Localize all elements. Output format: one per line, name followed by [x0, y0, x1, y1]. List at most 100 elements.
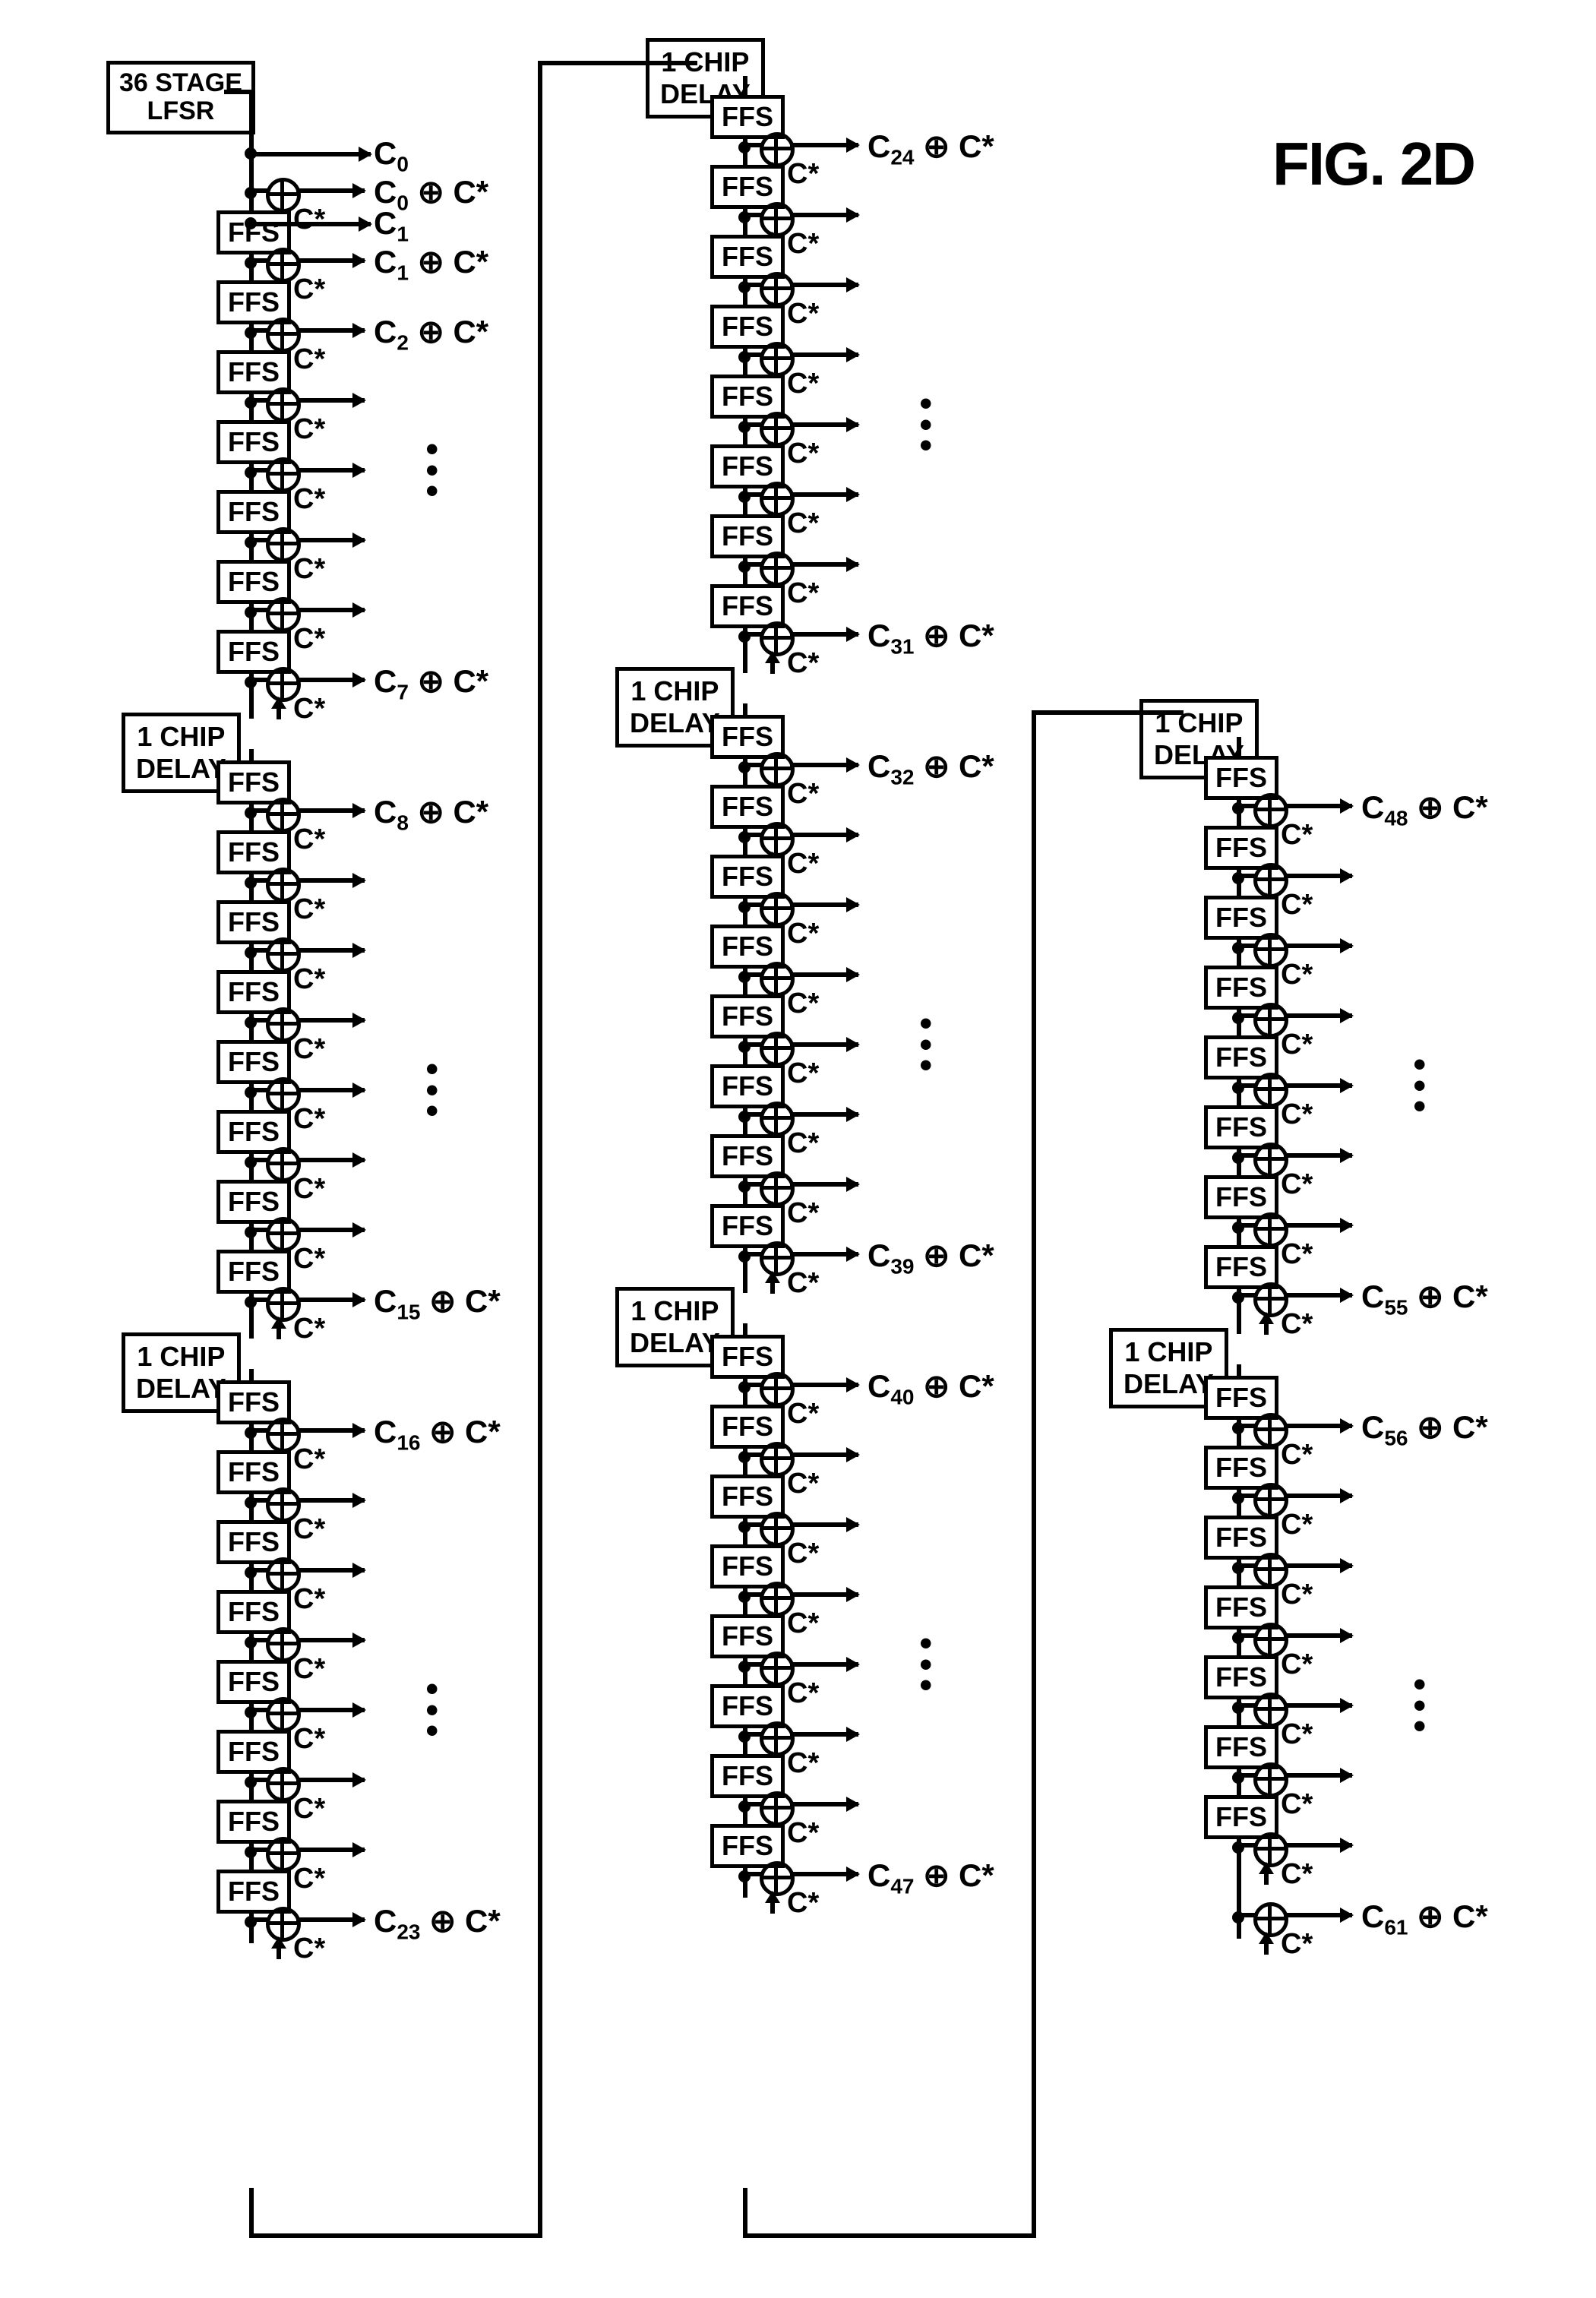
- ellipsis-dots: •••: [1413, 1054, 1427, 1117]
- cstar-label: C*: [293, 1243, 325, 1275]
- output-arrow: [1284, 804, 1352, 808]
- cstar-input: [1264, 1313, 1269, 1335]
- output-label: C7 ⊕ C*: [374, 662, 488, 704]
- ellipsis-dots: •••: [425, 1059, 439, 1122]
- output-label: C61 ⊕ C*: [1361, 1898, 1488, 1939]
- output-arrow: [296, 1018, 365, 1023]
- output-arrow: [790, 1522, 858, 1527]
- output-arrow: [790, 283, 858, 287]
- output-label: C15 ⊕ C*: [374, 1282, 501, 1324]
- output-arrow: [296, 678, 365, 682]
- output-arrow: [790, 833, 858, 837]
- output-label: C24 ⊕ C*: [868, 128, 994, 169]
- output-arrow: [1284, 1843, 1352, 1848]
- cstar-label: C*: [787, 1197, 819, 1230]
- cstar-label: C*: [787, 778, 819, 811]
- output-label: C23 ⊕ C*: [374, 1902, 501, 1944]
- cstar-label: C*: [1281, 1788, 1313, 1821]
- cstar-label: C*: [293, 343, 325, 376]
- output-arrow: [1284, 1773, 1352, 1778]
- cstar-label: C*: [787, 1747, 819, 1780]
- output-arrow: [790, 1592, 858, 1597]
- output-arrow: [296, 808, 365, 813]
- cstar-label: C*: [293, 1723, 325, 1756]
- output-arrow: [790, 1383, 858, 1387]
- connector: [249, 2188, 254, 2233]
- cstar-label: C*: [787, 918, 819, 950]
- output-arrow: [790, 763, 858, 767]
- output-arrow: [296, 948, 365, 953]
- cstar-input: [277, 698, 281, 719]
- cstar-label: C*: [293, 693, 325, 725]
- cstar-label: C*: [787, 1538, 819, 1570]
- connector: [743, 2233, 1032, 2238]
- output-label: C55 ⊕ C*: [1361, 1278, 1488, 1320]
- cstar-label: C*: [1281, 1928, 1313, 1961]
- output-arrow: [1284, 1293, 1352, 1298]
- cstar-input: [1264, 1933, 1269, 1955]
- output-label: C16 ⊕ C*: [374, 1413, 501, 1455]
- output-label: C1 ⊕ C*: [374, 243, 488, 285]
- cstar-label: C*: [293, 623, 325, 656]
- cstar-label: C*: [787, 1887, 819, 1920]
- output-arrow: [1284, 1223, 1352, 1228]
- direct-tap: [249, 152, 371, 156]
- output-arrow: [790, 1732, 858, 1737]
- cstar-input: [277, 1318, 281, 1339]
- cstar-label: C*: [293, 893, 325, 926]
- ellipsis-dots: •••: [1413, 1674, 1427, 1737]
- output-arrow: [296, 468, 365, 473]
- cstar-input: [770, 1272, 775, 1294]
- cstar-label: C*: [293, 1443, 325, 1476]
- cstar-label: C*: [293, 1033, 325, 1066]
- cstar-label: C*: [787, 988, 819, 1020]
- output-arrow: [790, 632, 858, 637]
- cstar-label: C*: [1281, 1308, 1313, 1341]
- output-arrow: [296, 538, 365, 542]
- output-arrow: [790, 422, 858, 427]
- output-arrow: [790, 1182, 858, 1187]
- cstar-input: [277, 1938, 281, 1959]
- cstar-label: C*: [1281, 1439, 1313, 1471]
- output-arrow: [296, 398, 365, 403]
- cstar-label: C*: [293, 204, 325, 236]
- cstar-input: [770, 1892, 775, 1914]
- output-arrow: [296, 1428, 365, 1433]
- output-arrow: [296, 258, 365, 263]
- output-arrow: [790, 1872, 858, 1876]
- figure-2d: FIG. 2D 36 STAGE LFSRC0C*C0 ⊕ C*FFSC1C*C…: [30, 30, 1566, 2268]
- output-arrow: [296, 1638, 365, 1642]
- output-arrow: [296, 608, 365, 612]
- output-arrow: [1284, 1913, 1352, 1917]
- cstar-label: C*: [787, 1127, 819, 1160]
- cstar-label: C*: [787, 848, 819, 880]
- cstar-label: C*: [787, 577, 819, 610]
- ellipsis-dots: •••: [919, 1013, 933, 1076]
- output-label: C47 ⊕ C*: [868, 1857, 994, 1898]
- cstar-label: C*: [787, 368, 819, 400]
- output-arrow: [296, 1498, 365, 1503]
- output-arrow: [296, 1708, 365, 1712]
- output-arrow: [1284, 1424, 1352, 1428]
- cstar-label: C*: [787, 228, 819, 261]
- output-arrow: [790, 492, 858, 497]
- connector: [1032, 710, 1036, 2238]
- output-arrow: [296, 1778, 365, 1782]
- cstar-label: C*: [787, 1677, 819, 1710]
- cstar-label: C*: [1281, 1029, 1313, 1061]
- ellipsis-dots: •••: [919, 394, 933, 457]
- cstar-label: C*: [293, 963, 325, 996]
- cstar-label: C*: [1281, 1168, 1313, 1201]
- output-arrow: [1284, 1494, 1352, 1498]
- cstar-label: C*: [293, 1793, 325, 1825]
- output-label: C8 ⊕ C*: [374, 793, 488, 835]
- output-arrow: [1284, 1703, 1352, 1708]
- cstar-label: C*: [787, 1398, 819, 1430]
- output-arrow: [790, 1662, 858, 1667]
- output-arrow: [790, 1452, 858, 1457]
- output-arrow: [1284, 1153, 1352, 1158]
- output-label: C32 ⊕ C*: [868, 748, 994, 789]
- node-dot: [245, 147, 257, 160]
- node-dot: [245, 217, 257, 229]
- cstar-label: C*: [1281, 1098, 1313, 1131]
